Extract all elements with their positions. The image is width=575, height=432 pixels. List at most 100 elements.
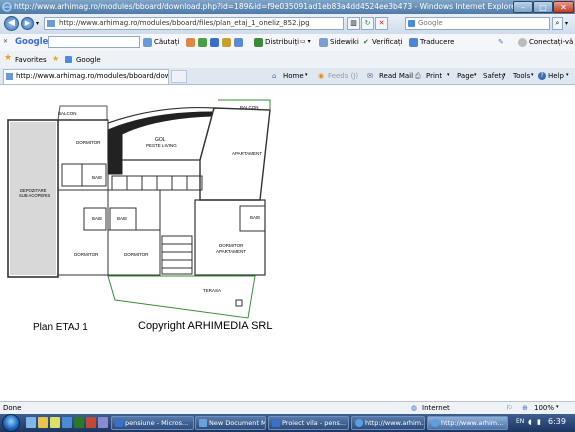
check-button[interactable]: Verificați	[372, 38, 403, 46]
quicklaunch-excel-icon[interactable]	[74, 417, 84, 428]
clock[interactable]: 6:39	[548, 417, 566, 426]
window-title-bar[interactable]: http://www.arhimag.ro/modules/bboard/dow…	[0, 0, 575, 14]
settings-puzzle-icon[interactable]	[234, 38, 243, 47]
toolbar-close-icon[interactable]: ✕	[3, 38, 8, 45]
translate-icon-small[interactable]	[222, 38, 231, 47]
translate-icon	[409, 38, 418, 47]
print-button[interactable]: Print	[426, 72, 442, 80]
news-icon[interactable]	[186, 38, 195, 47]
room-label-dormitor-apt: DORMITOR	[219, 243, 244, 248]
google-search-box[interactable]	[48, 36, 140, 48]
help-menu[interactable]: Help	[548, 72, 564, 80]
taskbar-item-label: http://www.arhim...	[441, 419, 504, 427]
more-menu-icon[interactable]: ▭ ▾	[300, 38, 311, 45]
quicklaunch-desktop-icon[interactable]	[26, 417, 36, 428]
distribute-button[interactable]: Distribuiți	[265, 38, 299, 46]
protected-mode-icon[interactable]: ⚐	[506, 404, 512, 412]
search-icon[interactable]: ⌕	[552, 17, 563, 30]
room-label-terasa: TERASA	[203, 288, 222, 293]
taskbar-item[interactable]: pensiune - Micros...	[111, 416, 194, 430]
search-input[interactable]: Google	[405, 17, 550, 30]
print-icon: ⎙	[415, 72, 421, 80]
language-indicator[interactable]: EN	[516, 418, 524, 425]
security-zone[interactable]: Internet	[422, 404, 450, 412]
google-favicon-icon	[65, 56, 72, 63]
wrench-icon[interactable]: ✎	[498, 38, 504, 46]
mail-icon: ✉	[367, 72, 373, 80]
quicklaunch-ie-icon[interactable]	[50, 417, 60, 428]
room-label-dormitor-bm: DORMITOR	[124, 252, 149, 257]
taskbar-item[interactable]: http://www.arhim...	[351, 416, 425, 430]
ie-icon	[355, 419, 363, 427]
add-favorite-icon[interactable]: ★	[52, 54, 59, 63]
new-tab-button[interactable]	[171, 70, 187, 83]
taskbar: pensiune - Micros... New Document M... P…	[0, 414, 575, 432]
sidewiki-button[interactable]: Sidewiki	[330, 38, 359, 46]
search-options-icon[interactable]: ▾	[565, 20, 568, 27]
page-icon	[47, 20, 55, 27]
signin-button[interactable]: Conectați-vă	[529, 38, 573, 46]
room-label-dormitor-apt-sub: APARTAMENT	[216, 249, 247, 254]
maps-icon[interactable]	[198, 38, 207, 47]
internet-zone-icon: ◍	[411, 404, 418, 412]
help-icon: ?	[538, 72, 546, 80]
taskbar-item-active[interactable]: http://www.arhim...	[427, 416, 508, 430]
taskbar-item-label: Proiect vila - pens...	[282, 419, 347, 427]
refresh-icon[interactable]: ↻	[361, 17, 374, 30]
quicklaunch-app2-icon[interactable]	[98, 417, 108, 428]
help-dropdown-icon[interactable]: ▾	[566, 72, 569, 78]
bookmarks-icon[interactable]	[210, 38, 219, 47]
home-dropdown-icon[interactable]: ▾	[305, 72, 308, 78]
room-label-baie-mid2: BAIE	[117, 216, 128, 221]
home-icon: ⌂	[272, 72, 277, 80]
quicklaunch-app-icon[interactable]	[86, 417, 96, 428]
quicklaunch-word-icon[interactable]	[62, 417, 72, 428]
feeds-button[interactable]: Feeds (J)	[328, 72, 358, 80]
google-logo: Google	[15, 37, 49, 47]
zoom-dropdown-icon[interactable]: ▾	[556, 404, 559, 410]
tab-active[interactable]: http://www.arhimag.ro/modules/bboard/dow…	[3, 69, 169, 84]
safety-dropdown-icon[interactable]: ▾	[503, 72, 506, 78]
translate-button[interactable]: Traducere	[420, 38, 454, 46]
compat-view-icon[interactable]: ▥	[347, 17, 360, 30]
zoom-level[interactable]: 100%	[534, 404, 554, 412]
search-button[interactable]: Căutați	[154, 38, 179, 46]
taskbar-item[interactable]: Proiect vila - pens...	[268, 416, 349, 430]
volume-icon[interactable]: ◖	[528, 418, 532, 426]
print-dropdown-icon[interactable]: ▾	[447, 72, 450, 78]
status-text: Done	[3, 404, 22, 412]
tools-dropdown-icon[interactable]: ▾	[531, 72, 534, 78]
room-label-gol-sub: PESTE LIVING	[146, 143, 177, 148]
start-button[interactable]	[2, 414, 20, 432]
forward-icon[interactable]: ▶	[21, 17, 34, 30]
address-input[interactable]: http://www.arhimag.ro/modules/bboard/fil…	[44, 17, 344, 30]
read-mail-button[interactable]: Read Mail	[379, 72, 413, 80]
google-search-provider-icon	[408, 20, 415, 27]
plan-caption: Plan ETAJ 1	[33, 322, 88, 333]
tools-menu[interactable]: Tools	[513, 72, 530, 80]
stop-icon[interactable]: ✕	[375, 17, 388, 30]
maximize-button[interactable]: □	[533, 1, 553, 13]
favorites-star-icon: ★	[4, 53, 13, 63]
home-button[interactable]: Home	[283, 72, 304, 80]
quicklaunch-explorer-icon[interactable]	[38, 417, 48, 428]
network-icon[interactable]: ▮	[537, 418, 541, 426]
favorites-bar: ★ Favorites ★ Google	[0, 51, 575, 69]
tab-page-icon	[6, 73, 13, 80]
favorites-button[interactable]: Favorites	[15, 56, 47, 64]
page-dropdown-icon[interactable]: ▾	[474, 72, 477, 78]
back-icon[interactable]: ◀	[4, 16, 19, 31]
minimize-button[interactable]: –	[513, 1, 533, 13]
close-button[interactable]: ✕	[553, 1, 574, 13]
status-bar: Done ◍ Internet ⚐ ⊕ 100% ▾	[0, 401, 575, 415]
room-label-baie-top: BAIE	[92, 175, 103, 180]
window-title: http://www.arhimag.ro/modules/bboard/dow…	[14, 2, 514, 11]
page-menu[interactable]: Page	[457, 72, 474, 80]
taskbar-item[interactable]: New Document M...	[195, 416, 266, 430]
room-label-baie-right: BAIE	[250, 215, 261, 220]
copyright-caption: Copyright ARHIMEDIA SRL	[138, 320, 273, 332]
history-dropdown-icon[interactable]: ▾	[36, 20, 39, 27]
search-web-icon	[143, 38, 152, 47]
feeds-icon: ◉	[318, 72, 325, 80]
google-favorite-link[interactable]: Google	[76, 56, 101, 64]
